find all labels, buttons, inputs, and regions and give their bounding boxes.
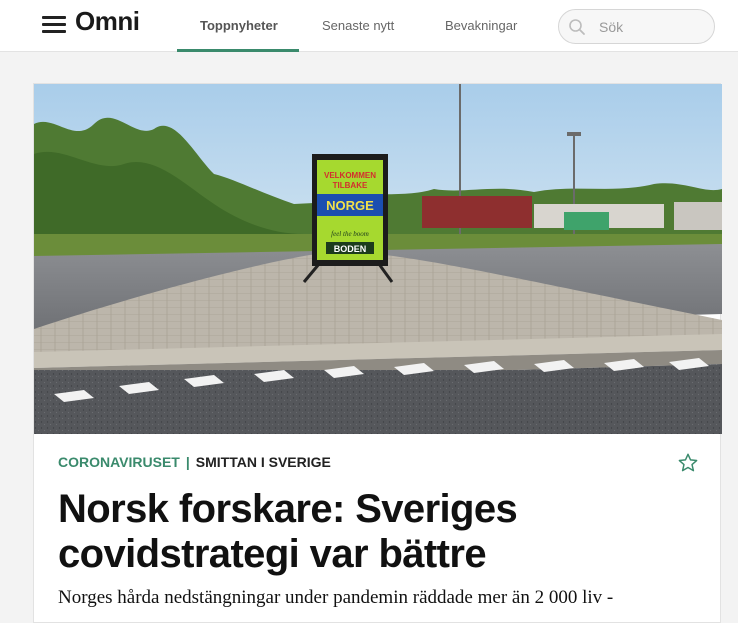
sign-text-1: VELKOMMEN (324, 171, 376, 180)
tab-toppnyheter[interactable]: Toppnyheter (200, 18, 278, 33)
search-box[interactable] (558, 9, 715, 44)
tag-separator: | (185, 454, 190, 470)
active-tab-indicator (177, 49, 299, 52)
omni-logo[interactable]: Omni (75, 6, 140, 37)
search-icon (569, 19, 585, 35)
top-navigation-bar: Omni Toppnyheter Senaste nytt Bevakninga… (0, 0, 738, 52)
sign-text-4: feel the boom (331, 230, 369, 238)
article-tagline: CORONAVIRUSET | SMITTAN I SVERIGE (58, 454, 331, 470)
article-lede: Norges hårda nedstängningar under pandem… (58, 587, 614, 608)
sign-text-5: BODEN (334, 244, 367, 254)
sign-text-2: TILBAKE (333, 181, 368, 190)
search-input[interactable] (599, 17, 704, 37)
bookmark-star-icon[interactable] (677, 452, 699, 474)
tab-senaste-nytt[interactable]: Senaste nytt (322, 18, 394, 33)
sign-text-3: NORGE (326, 198, 374, 213)
menu-icon[interactable] (42, 16, 66, 34)
category-link[interactable]: CORONAVIRUSET (58, 454, 180, 470)
article-card[interactable]: VELKOMMEN TILBAKE NORGE feel the boom BO… (33, 83, 722, 623)
roadside-sign-photo: VELKOMMEN TILBAKE NORGE feel the boom BO… (34, 84, 722, 434)
article-hero-image[interactable]: VELKOMMEN TILBAKE NORGE feel the boom BO… (34, 84, 722, 434)
tab-bevakningar[interactable]: Bevakningar (445, 18, 517, 33)
article-headline[interactable]: Norsk forskare: Sveriges covidstrategi v… (58, 487, 678, 577)
topic-link[interactable]: SMITTAN I SVERIGE (196, 454, 331, 470)
